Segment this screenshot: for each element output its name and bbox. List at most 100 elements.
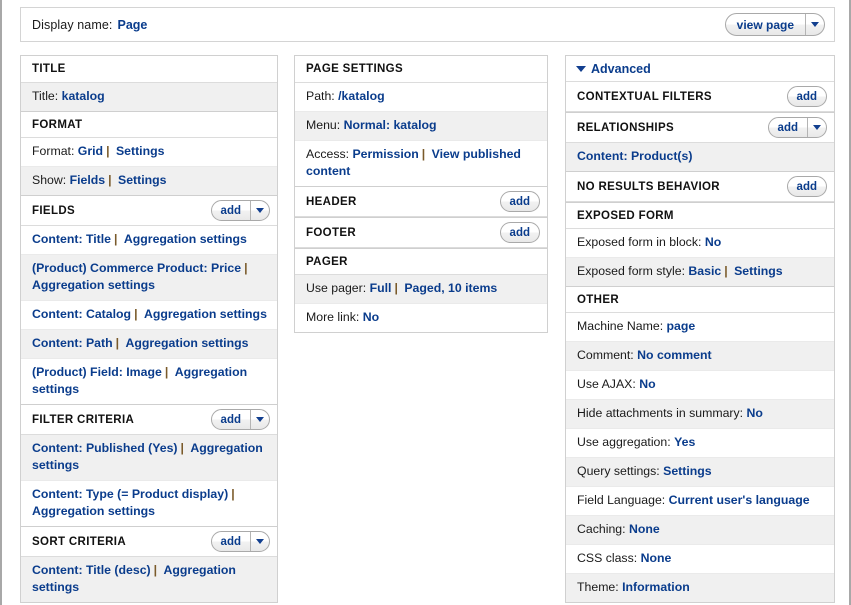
add-button-fields[interactable]: add (210, 200, 270, 221)
link-page[interactable]: page (667, 319, 696, 333)
link-none[interactable]: None (641, 551, 672, 565)
link-no[interactable]: No (363, 310, 379, 324)
add-button-relationships[interactable]: add (767, 117, 827, 138)
section-title: PAGE SETTINGS (306, 63, 403, 75)
link-full[interactable]: Full (370, 281, 392, 295)
section-filter-criteria: FILTER CRITERIA add Content: Published (Ye… (21, 404, 277, 526)
link-separator: | (134, 307, 138, 321)
row-exposed-form-0: Exposed form in block: No (566, 229, 834, 258)
display-name-value-link[interactable]: Page (118, 18, 148, 32)
section-header-header: HEADER add (295, 186, 547, 217)
link-content-type-product-display[interactable]: Content: Type (= Product display) (32, 487, 228, 501)
link-content-product-s[interactable]: Content: Product(s) (577, 149, 692, 163)
section-other: OTHER Machine Name: page Comment: No comme… (566, 286, 834, 602)
link-aggregation-settings[interactable]: Aggregation settings (32, 504, 155, 518)
section-title: NO RESULTS BEHAVIOR (577, 180, 720, 193)
column-left: TITLE Title: katalog FORMAT Format: Grid | S… (20, 55, 278, 603)
link-separator: | (244, 261, 248, 275)
section-fields: FIELDS add Content: Title | Aggregation set… (21, 195, 277, 404)
link-aggregation-settings[interactable]: Aggregation settings (124, 232, 247, 246)
section-title: TITLE Title: katalog (21, 56, 277, 111)
link-separator: | (106, 144, 110, 158)
link-settings[interactable]: Settings (663, 464, 712, 478)
chevron-down-icon[interactable] (250, 410, 269, 429)
row-label: Field Language: (577, 493, 669, 507)
add-button-contextual-filters[interactable]: add (786, 86, 827, 107)
advanced-toggle[interactable]: Advanced (566, 56, 834, 82)
link-product-field-image[interactable]: (Product) Field: Image (32, 365, 162, 379)
row-other-0: Machine Name: page (566, 313, 834, 342)
section-header-title: TITLE (21, 56, 277, 83)
link-separator: | (115, 336, 120, 350)
row-sort-criteria-0: Content: Title (desc) | Aggregation setti… (21, 557, 277, 602)
add-button-header[interactable]: add (499, 191, 540, 212)
link-content-catalog[interactable]: Content: Catalog (32, 307, 131, 321)
link-aggregation-settings[interactable]: Aggregation settings (144, 307, 267, 321)
link-content-path[interactable]: Content: Path (32, 336, 113, 350)
add-button-no-results-behavior[interactable]: add (786, 176, 827, 197)
section-title: SORT CRITERIA (32, 535, 126, 548)
link-basic[interactable]: Basic (688, 264, 721, 278)
row-page-settings-1: Menu: Normal: katalog (295, 112, 547, 141)
section-no-results-behavior: NO RESULTS BEHAVIOR add (566, 171, 834, 202)
row-fields-1: (Product) Commerce Product: Price | Aggre… (21, 255, 277, 301)
link-separator: | (231, 487, 235, 501)
link-settings[interactable]: Settings (734, 264, 783, 278)
link-katalog[interactable]: /katalog (338, 89, 384, 103)
section-title: RELATIONSHIPS (577, 121, 674, 134)
link-normal-katalog[interactable]: Normal: katalog (344, 118, 437, 132)
chevron-down-icon[interactable] (250, 201, 269, 220)
chevron-down-icon[interactable] (805, 14, 824, 35)
row-label: Hide attachments in summary: (577, 406, 747, 420)
link-grid[interactable]: Grid (78, 144, 103, 158)
link-content-title[interactable]: Content: Title (32, 232, 111, 246)
add-button-footer[interactable]: add (499, 222, 540, 243)
link-aggregation-settings[interactable]: Aggregation settings (32, 278, 155, 292)
section-header-relationships: RELATIONSHIPS add (566, 112, 834, 143)
row-label: Exposed form style: (577, 264, 689, 278)
link-no-comment[interactable]: No comment (637, 348, 711, 362)
link-katalog[interactable]: katalog (62, 89, 105, 103)
row-fields-3: Content: Path | Aggregation settings (21, 330, 277, 359)
chevron-down-icon[interactable] (807, 118, 826, 137)
add-button-filter-criteria[interactable]: add (210, 409, 270, 430)
row-relationships-0: Content: Product(s) (566, 143, 834, 171)
section-header: HEADER add (295, 186, 547, 217)
link-content-title-desc[interactable]: Content: Title (desc) (32, 563, 151, 577)
row-other-1: Comment: No comment (566, 342, 834, 371)
section-header-exposed-form: EXPOSED FORM (566, 202, 834, 229)
chevron-down-icon[interactable] (250, 532, 269, 551)
link-content-published-yes[interactable]: Content: Published (Yes) (32, 441, 178, 455)
row-label: Show: (32, 173, 70, 187)
link-no[interactable]: No (705, 235, 721, 249)
section-header-contextual-filters: CONTEXTUAL FILTERS add (566, 82, 834, 112)
link-current-user-s-language[interactable]: Current user's language (669, 493, 810, 507)
link-none[interactable]: None (629, 522, 660, 536)
link-aggregation-settings[interactable]: Aggregation settings (125, 336, 248, 350)
link-fields[interactable]: Fields (70, 173, 106, 187)
link-settings[interactable]: Settings (118, 173, 167, 187)
section-header-fields: FIELDS add (21, 195, 277, 226)
add-button-label: add (509, 195, 530, 208)
link-no[interactable]: No (639, 377, 655, 391)
add-button-label: add (796, 180, 817, 193)
section-contextual-filters: CONTEXTUAL FILTERS add (566, 82, 834, 112)
view-page-button[interactable]: view page (724, 13, 825, 36)
link-permission[interactable]: Permission (352, 147, 418, 161)
row-other-9: Theme: Information (566, 574, 834, 602)
link-paged-10-items[interactable]: Paged, 10 items (404, 281, 497, 295)
row-other-6: Field Language: Current user's language (566, 487, 834, 516)
link-separator: | (421, 147, 426, 161)
link-separator: | (180, 441, 184, 455)
link-product-commerce-product-price[interactable]: (Product) Commerce Product: Price (32, 261, 241, 275)
row-filter-criteria-1: Content: Type (= Product display) | Aggre… (21, 481, 277, 526)
add-button-sort-criteria[interactable]: add (210, 531, 270, 552)
link-no[interactable]: No (747, 406, 763, 420)
row-exposed-form-1: Exposed form style: Basic | Settings (566, 258, 834, 286)
link-separator: | (114, 232, 118, 246)
views-ui-edit-screen: Display name: Page view page TITLE Title:… (0, 0, 851, 605)
link-settings[interactable]: Settings (116, 144, 165, 158)
link-information[interactable]: Information (622, 580, 690, 594)
section-page-settings: PAGE SETTINGS Path: /katalog Menu: Normal:… (295, 56, 547, 186)
link-yes[interactable]: Yes (674, 435, 695, 449)
